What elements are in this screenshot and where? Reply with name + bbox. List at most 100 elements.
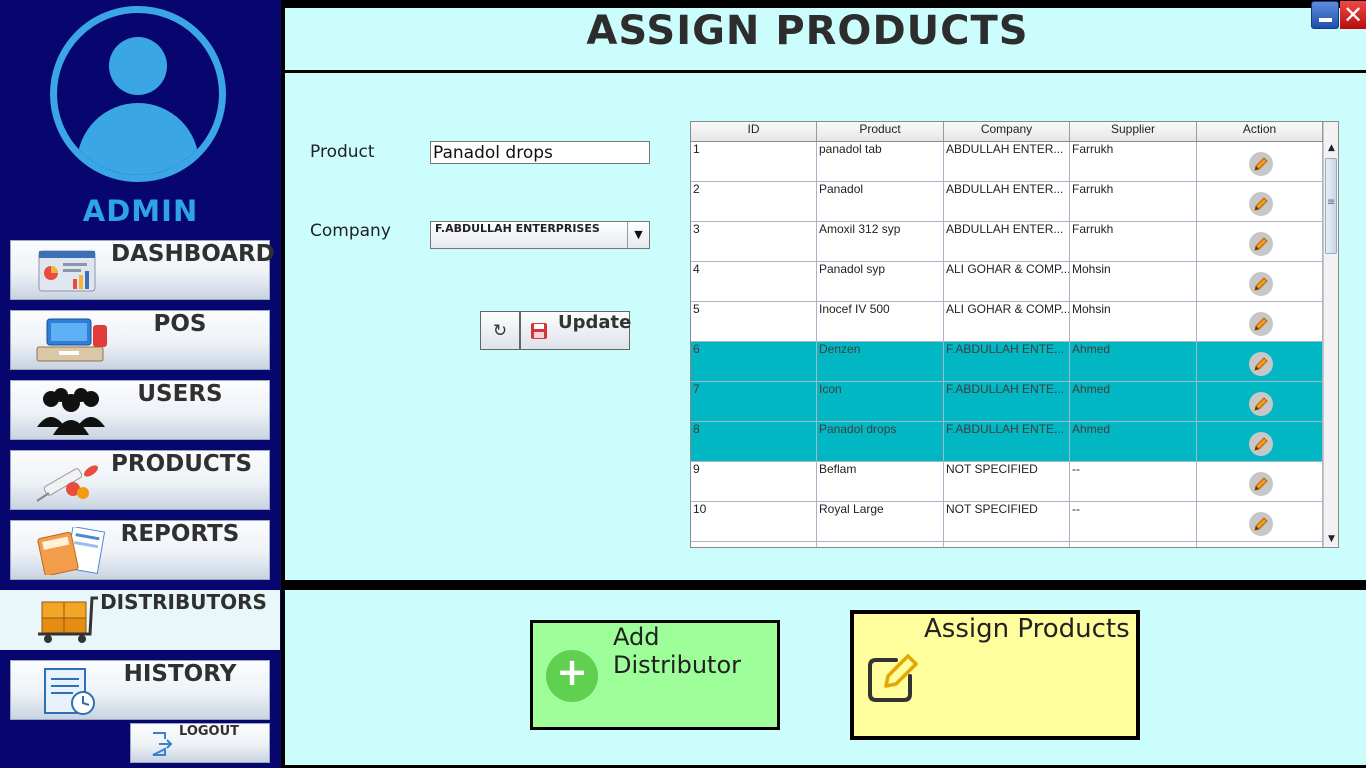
pos-terminal-icon: [36, 318, 107, 362]
assignments-table: ID Product Company Supplier Action 1 pana…: [690, 121, 1339, 548]
company-select[interactable]: F.ABDULLAH ENTERPRISES ▼: [430, 221, 650, 249]
nav-dashboard-button[interactable]: DASHBOARD: [10, 240, 275, 300]
cell-product: panadol tab: [817, 142, 944, 181]
cell-id: 3: [691, 222, 817, 261]
nav-dashboard-label: DASHBOARD: [111, 241, 275, 267]
table-row[interactable]: 4 Panadol syp ALI GOHAR & COMP... Mohsin: [691, 262, 1323, 302]
edit-pencil-icon[interactable]: [1248, 232, 1273, 256]
cell-product: Panadol syp: [817, 262, 944, 301]
column-header-product[interactable]: Product: [817, 122, 944, 141]
table-row[interactable]: 6 Denzen F.ABDULLAH ENTE... Ahmed: [691, 342, 1323, 382]
cell-supplier: Farrukh: [1070, 182, 1197, 221]
cell-supplier: Farrukh: [1070, 142, 1197, 181]
refresh-button[interactable]: ↻: [480, 311, 520, 350]
cell-company: NOT SPECIFIED: [944, 462, 1070, 501]
cell-product: Royal Large: [817, 502, 944, 541]
column-header-id[interactable]: ID: [691, 122, 817, 141]
table-row[interactable]: 2 Panadol ABDULLAH ENTER... Farrukh: [691, 182, 1323, 222]
cell-supplier: Farrukh: [1070, 222, 1197, 261]
chevron-down-icon[interactable]: ▼: [627, 222, 649, 248]
edit-pencil-icon[interactable]: [1248, 392, 1273, 416]
cell-id: 4: [691, 262, 817, 301]
column-header-supplier[interactable]: Supplier: [1070, 122, 1197, 141]
cell-action: [1197, 142, 1323, 181]
cell-id: 9: [691, 462, 817, 501]
cell-action: [1197, 542, 1323, 547]
cell-action: [1197, 462, 1323, 501]
cell-id: 6: [691, 342, 817, 381]
scroll-up-icon[interactable]: ▲: [1324, 140, 1338, 156]
cell-product: Denzen: [817, 342, 944, 381]
update-button[interactable]: Update: [520, 311, 631, 350]
cell-company: ALI GOHAR & COMP...: [944, 262, 1070, 301]
cell-supplier: Ahmed: [1070, 422, 1197, 461]
edit-pencil-icon[interactable]: [1248, 152, 1273, 176]
bottom-action-panel: [285, 590, 1366, 765]
cell-action: [1197, 182, 1323, 221]
table-row[interactable]: 7 Icon F.ABDULLAH ENTE... Ahmed: [691, 382, 1323, 422]
reports-calculator-icon: [37, 527, 106, 575]
cell-company: [944, 542, 1070, 547]
logout-icon: [152, 732, 173, 756]
cell-id: 7: [691, 382, 817, 421]
edit-pencil-icon[interactable]: [1248, 312, 1273, 336]
cell-action: [1197, 222, 1323, 261]
cell-action: [1197, 422, 1323, 461]
save-icon: [531, 323, 547, 339]
cell-company: NOT SPECIFIED: [944, 502, 1070, 541]
table-row[interactable]: 3 Amoxil 312 syp ABDULLAH ENTER... Farrukh: [691, 222, 1323, 262]
edit-square-icon: [868, 654, 918, 702]
table-row[interactable]: 9 Beflam NOT SPECIFIED --: [691, 462, 1323, 502]
cell-supplier: Ahmed: [1070, 342, 1197, 381]
cell-action: [1197, 382, 1323, 421]
edit-pencil-icon[interactable]: [1248, 192, 1273, 216]
scroll-down-icon[interactable]: ▼: [1324, 531, 1338, 547]
cell-company: ALI GOHAR & COMP...: [944, 302, 1070, 341]
edit-pencil-icon[interactable]: [1248, 352, 1273, 376]
column-header-company[interactable]: Company: [944, 122, 1070, 141]
add-distributor-label: Add Distributor: [613, 623, 742, 679]
cell-id: 1: [691, 142, 817, 181]
logout-button[interactable]: LOGOUT: [130, 723, 270, 763]
table-body: 1 panadol tab ABDULLAH ENTER... Farrukh 2 Pan…: [691, 142, 1323, 547]
cell-action: [1197, 302, 1323, 341]
cell-product: Icon: [817, 382, 944, 421]
cell-id: 2: [691, 182, 817, 221]
add-circle-icon: +: [546, 650, 598, 702]
close-window-button[interactable]: ✕: [1340, 1, 1366, 29]
add-distributor-button[interactable]: + Add Distributor: [530, 620, 780, 730]
table-row[interactable]: 5 Inocef IV 500 ALI GOHAR & COMP... Mohsin: [691, 302, 1323, 342]
cell-action: [1197, 502, 1323, 541]
table-row[interactable]: 10 Royal Large NOT SPECIFIED --: [691, 502, 1323, 542]
scroll-thumb[interactable]: [1325, 158, 1337, 254]
cell-id: [691, 542, 817, 547]
edit-pencil-icon[interactable]: [1248, 432, 1273, 456]
table-scrollbar[interactable]: ▲ ▼: [1323, 122, 1338, 547]
product-input[interactable]: [430, 141, 650, 164]
assign-products-label: Assign Products: [924, 614, 1130, 644]
cell-supplier: [1070, 542, 1197, 547]
nav-pos-button[interactable]: POS: [10, 310, 270, 370]
assign-products-button[interactable]: Assign Products: [850, 610, 1140, 740]
edit-pencil-icon[interactable]: [1248, 272, 1273, 296]
table-row[interactable]: 1 panadol tab ABDULLAH ENTER... Farrukh: [691, 142, 1323, 182]
nav-reports-button[interactable]: REPORTS: [10, 520, 270, 580]
cell-product: [817, 542, 944, 547]
nav-products-button[interactable]: PRODUCTS: [10, 450, 270, 510]
minimize-window-button[interactable]: [1311, 1, 1339, 29]
logout-label: LOGOUT: [179, 724, 240, 739]
nav-distributors-button[interactable]: DISTRIBUTORS: [0, 590, 280, 650]
nav-distributors-label: DISTRIBUTORS: [100, 590, 267, 614]
edit-pencil-icon[interactable]: [1248, 472, 1273, 496]
company-label: Company: [310, 221, 391, 241]
edit-pencil-icon[interactable]: [1248, 512, 1273, 536]
nav-users-button[interactable]: USERS: [10, 380, 270, 440]
table-row[interactable]: [691, 542, 1323, 547]
column-header-action[interactable]: Action: [1197, 122, 1323, 141]
cell-company: F.ABDULLAH ENTE...: [944, 422, 1070, 461]
table-row[interactable]: 8 Panadol drops F.ABDULLAH ENTE... Ahmed: [691, 422, 1323, 462]
sidebar: ADMIN DASHBOARD POS USERS PRODUCTS REPOR…: [0, 0, 281, 768]
nav-history-button[interactable]: HISTORY: [10, 660, 270, 720]
page-title: ASSIGN PRODUCTS: [586, 8, 1029, 54]
cell-company: F.ABDULLAH ENTE...: [944, 382, 1070, 421]
